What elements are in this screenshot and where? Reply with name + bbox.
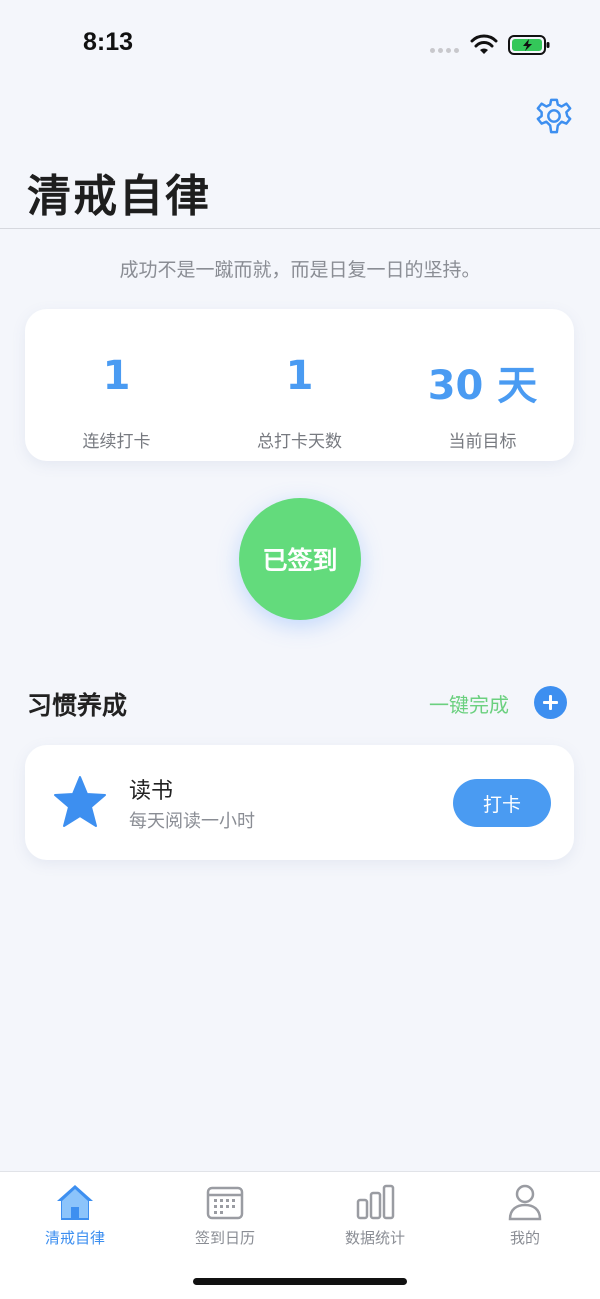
stat-total-days: 1 总打卡天数	[208, 309, 391, 461]
app-screen: 8:13 清戒自律 成功不是一蹴而就，而是日复一日的坚持。 1 连续打卡 1 总…	[0, 0, 600, 1299]
motto-text: 成功不是一蹴而就，而是日复一日的坚持。	[119, 259, 481, 281]
habit-description: 每天阅读一小时	[129, 811, 255, 832]
tab-profile[interactable]: 我的	[450, 1172, 600, 1262]
tab-calendar[interactable]: 签到日历	[150, 1172, 300, 1262]
bar-chart-icon	[356, 1184, 395, 1220]
habit-card: 读书 每天阅读一小时 打卡	[25, 745, 574, 860]
stat-value: 30 天	[427, 363, 538, 409]
signal-dots-icon	[430, 48, 459, 53]
stat-label: 连续打卡	[82, 432, 151, 452]
stat-label: 总打卡天数	[257, 432, 342, 452]
tab-label: 签到日历	[194, 1229, 255, 1247]
status-bar: 8:13	[0, 0, 600, 90]
tab-label: 数据统计	[344, 1229, 405, 1247]
wifi-icon	[470, 34, 498, 54]
habit-name: 读书	[129, 779, 174, 804]
stat-value: 1	[285, 353, 314, 399]
tab-home[interactable]: 清戒自律	[0, 1172, 150, 1262]
checkin-button[interactable]: 已签到	[239, 498, 361, 620]
tab-label: 清戒自律	[44, 1229, 105, 1247]
stat-label: 当前目标	[448, 432, 517, 452]
habit-punch-button[interactable]: 打卡	[453, 779, 551, 827]
stats-card: 1 连续打卡 1 总打卡天数 30 天 当前目标	[25, 309, 574, 461]
calendar-icon	[206, 1186, 244, 1220]
settings-gear-icon[interactable]	[535, 97, 573, 135]
stat-current-goal: 30 天 当前目标	[391, 309, 574, 461]
title-divider	[0, 228, 600, 229]
home-icon	[57, 1185, 93, 1220]
person-icon	[508, 1184, 542, 1221]
complete-all-button[interactable]: 一键完成	[429, 689, 509, 718]
tab-statistics[interactable]: 数据统计	[300, 1172, 450, 1262]
tab-label: 我的	[509, 1229, 540, 1247]
add-habit-plus-icon[interactable]	[534, 686, 567, 719]
home-indicator	[193, 1278, 407, 1285]
status-time: 8:13	[83, 28, 134, 56]
stat-value: 1	[102, 353, 131, 399]
stat-streak: 1 连续打卡	[25, 309, 208, 461]
battery-charging-icon	[508, 35, 550, 55]
habits-section-title: 习惯养成	[27, 691, 128, 720]
star-icon	[54, 776, 106, 827]
page-title: 清戒自律	[27, 171, 211, 222]
